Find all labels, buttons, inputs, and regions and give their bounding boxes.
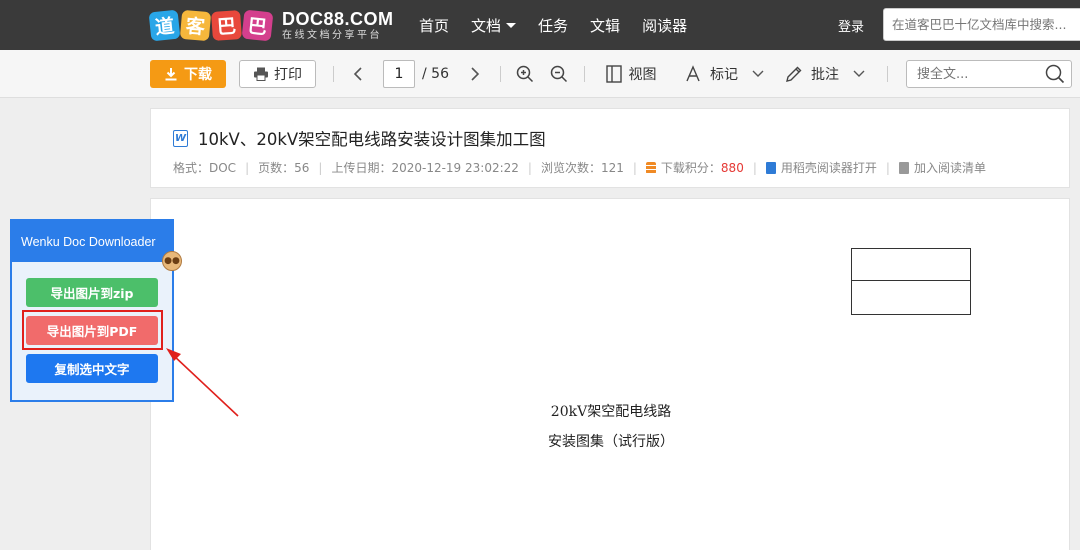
doc-points-label: 下载积分： <box>660 161 721 175</box>
title-block-box <box>851 248 971 315</box>
coins-icon <box>645 161 656 174</box>
doc-title: 10kV、20kV架空配电线路安装设计图集加工图 <box>198 130 546 149</box>
reader-app-icon <box>765 161 776 174</box>
download-icon <box>165 68 177 81</box>
zoom-out-button[interactable] <box>549 62 569 86</box>
download-label: 下载 <box>184 67 212 83</box>
prev-page-button[interactable] <box>350 62 366 86</box>
printer-icon <box>254 67 268 81</box>
caret-down-icon <box>506 22 517 28</box>
title-block-divider <box>852 280 970 281</box>
export-zip-button[interactable]: 导出图片到zip <box>26 278 158 307</box>
site-search-input[interactable] <box>884 9 1080 40</box>
zoom-in-icon <box>516 65 534 83</box>
nav-link-reader[interactable]: 阅读器 <box>642 15 687 36</box>
plugin-title[interactable]: Wenku Doc Downloader <box>12 221 172 262</box>
word-file-icon: W <box>173 129 188 147</box>
nav-link-collections[interactable]: 文辑 <box>590 15 620 36</box>
nav-link-home[interactable]: 首页 <box>419 15 449 36</box>
print-label: 打印 <box>274 67 302 83</box>
logo-tiles: 道 客 巴 巴 <box>148 9 274 41</box>
zoom-in-button[interactable] <box>515 62 535 86</box>
view-layout-icon <box>605 65 622 83</box>
logo-tile: 客 <box>179 9 212 41</box>
doc-pages: 页数：56 <box>258 161 310 175</box>
chevron-down-icon <box>752 70 764 77</box>
site-search-box <box>883 8 1080 41</box>
toolbar-divider <box>500 66 501 82</box>
logo-text: DOC88.COM 在线文档分享平台 <box>282 10 394 41</box>
zoom-out-icon <box>550 65 568 83</box>
search-icon[interactable] <box>1045 64 1065 84</box>
doc-title-row: W 10kV、20kV架空配电线路安装设计图集加工图 <box>173 126 546 150</box>
logo-tile: 道 <box>148 9 181 41</box>
clipboard-icon <box>898 161 909 174</box>
doc-format: 格式：DOC <box>173 161 237 175</box>
chevron-down-icon <box>853 70 865 77</box>
doc-meta: 格式：DOC | 页数：56 | 上传日期：2020-12-19 23:02:2… <box>173 159 986 176</box>
meta-separator: | <box>245 160 250 175</box>
mark-button[interactable]: 标记 <box>683 62 765 86</box>
page-number-input[interactable] <box>383 60 415 88</box>
add-reading-list-link[interactable]: 加入阅读清单 <box>914 159 986 176</box>
fulltext-search-box <box>906 60 1072 88</box>
chevron-left-icon <box>353 67 362 81</box>
monkey-mascot-icon[interactable]: ●● <box>162 251 182 271</box>
fulltext-search-input[interactable] <box>907 61 1037 87</box>
logo-sub: 在线文档分享平台 <box>282 29 382 41</box>
highlighter-icon <box>686 65 700 82</box>
page-heading-line1: 20kV架空配电线路 <box>550 404 672 420</box>
copy-text-button[interactable]: 复制选中文字 <box>26 354 158 383</box>
site-logo[interactable]: 道 客 巴 巴 DOC88.COM 在线文档分享平台 <box>148 8 394 42</box>
view-label: 视图 <box>628 67 657 83</box>
annotate-label: 批注 <box>811 67 839 83</box>
open-in-reader-link[interactable]: 用稻壳阅读器打开 <box>781 159 877 176</box>
toolbar-divider <box>333 66 334 82</box>
doc-upload-date: 上传日期：2020-12-19 23:02:22 <box>331 161 519 175</box>
meta-separator: | <box>318 160 323 175</box>
annotate-button[interactable]: 批注 <box>785 62 865 86</box>
print-button[interactable]: 打印 <box>239 60 316 88</box>
doc-info-card: W 10kV、20kV架空配电线路安装设计图集加工图 格式：DOC | 页数：5… <box>150 108 1070 188</box>
nav-link-docs-label: 文档 <box>471 16 502 35</box>
next-page-button[interactable] <box>467 62 483 86</box>
meta-separator: | <box>527 160 532 175</box>
nav-links: 首页 文档 任务 文辑 阅读器 <box>419 0 709 50</box>
nav-link-docs[interactable]: 文档 <box>471 15 517 36</box>
top-nav: 道 客 巴 巴 DOC88.COM 在线文档分享平台 首页 文档 任务 文辑 阅… <box>0 0 1080 50</box>
view-button[interactable]: 视图 <box>602 62 660 86</box>
page-heading-line2: 安装图集（试行版） <box>548 434 674 450</box>
login-link[interactable]: 登录 <box>838 16 864 35</box>
chevron-right-icon <box>471 67 480 81</box>
mark-label: 标记 <box>710 67 738 83</box>
toolbar-divider <box>887 66 888 82</box>
logo-main: DOC88.COM <box>282 8 394 29</box>
meta-separator: | <box>885 160 890 175</box>
meta-separator: | <box>632 160 637 175</box>
highlight-box <box>22 310 163 350</box>
doc-points-value: 880 <box>720 160 744 175</box>
reader-toolbar: 下载 打印 / 56 视图 标记 批注 <box>0 50 1080 98</box>
total-pages: / 56 <box>422 66 449 82</box>
pencil-icon <box>786 66 802 82</box>
meta-separator: | <box>752 160 757 175</box>
toolbar-divider <box>584 66 585 82</box>
download-button[interactable]: 下载 <box>150 60 226 88</box>
logo-tile: 巴 <box>241 9 274 41</box>
doc-views: 浏览次数：121 <box>540 161 624 175</box>
logo-tile: 巴 <box>211 9 242 41</box>
document-page: 20kV架空配电线路 安装图集（试行版） <box>150 198 1070 550</box>
nav-link-tasks[interactable]: 任务 <box>538 15 568 36</box>
